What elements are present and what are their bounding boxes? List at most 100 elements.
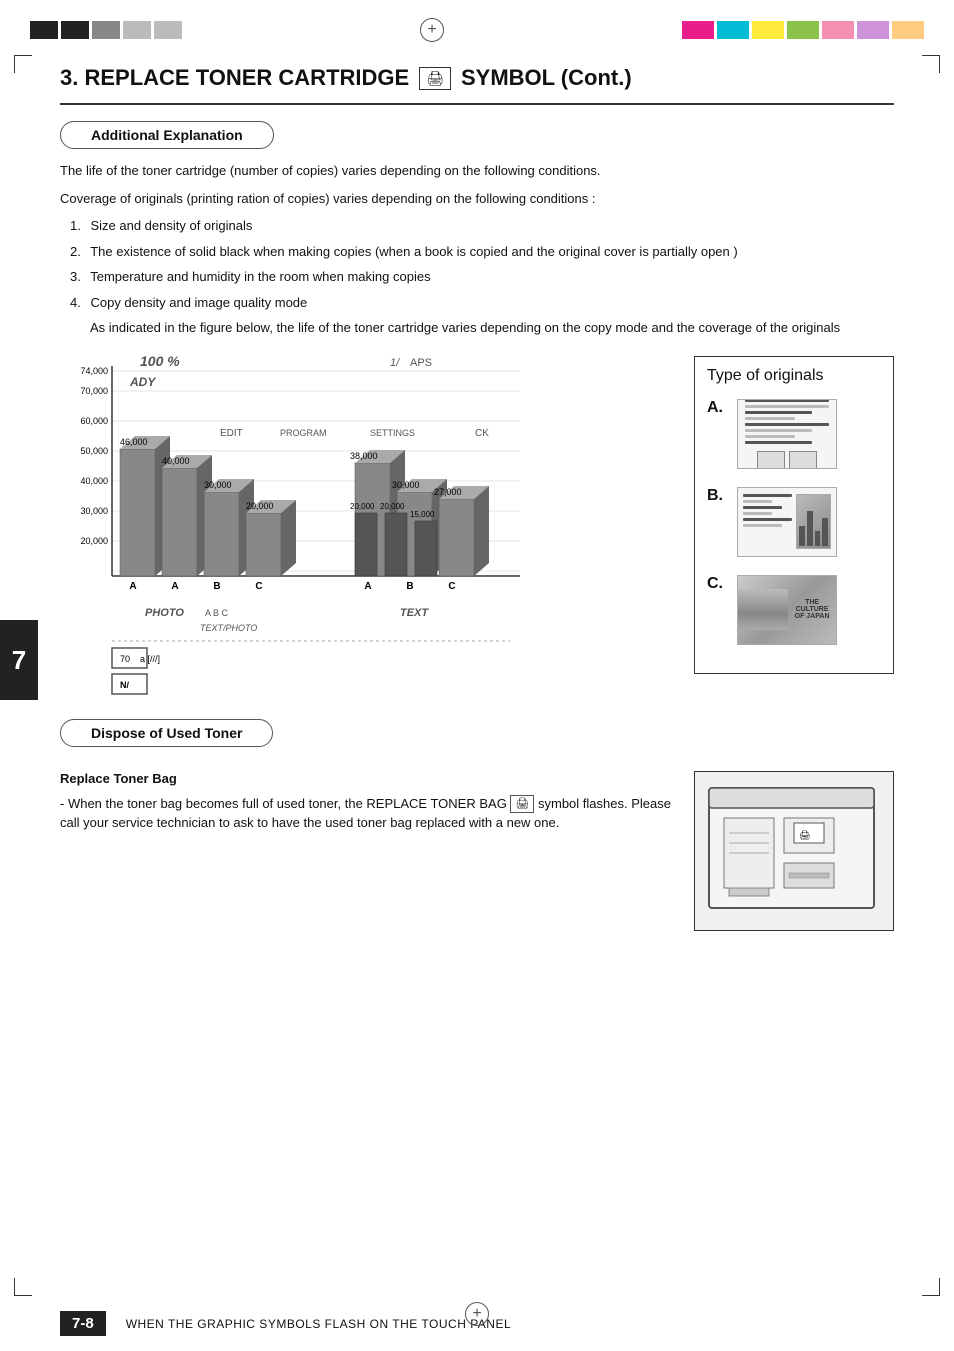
legend-item-c: C. THE CULTURE OF JAPAN bbox=[707, 575, 881, 645]
originals-legend: Type of originals A. bbox=[694, 356, 894, 674]
corner-trim-tl bbox=[14, 55, 32, 73]
swatch-cyan bbox=[717, 21, 749, 39]
color-swatches bbox=[682, 21, 924, 39]
replace-bag-body: - When the toner bag becomes full of use… bbox=[60, 794, 674, 833]
svg-text:PHOTO: PHOTO bbox=[145, 607, 184, 619]
svg-text:50,000: 50,000 bbox=[80, 446, 108, 456]
title-text: 3. REPLACE TONER CARTRIDGE bbox=[60, 65, 409, 91]
swatch-pink bbox=[822, 21, 854, 39]
top-registration-bar bbox=[0, 0, 954, 55]
list-num-4: 4. bbox=[70, 295, 81, 310]
svg-text:30,000: 30,000 bbox=[204, 480, 232, 490]
copier-svg: 🖨 bbox=[699, 773, 889, 928]
list-text-2: The existence of solid black when making… bbox=[90, 244, 737, 259]
swatch-green bbox=[787, 21, 819, 39]
list-item-2: 2. The existence of solid black when mak… bbox=[70, 242, 894, 262]
svg-text:ADY: ADY bbox=[129, 375, 156, 389]
page-number: 7-8 bbox=[60, 1311, 106, 1336]
section2-label: Dispose of Used Toner bbox=[60, 719, 273, 747]
title-suffix: SYMBOL (Cont.) bbox=[461, 65, 632, 91]
footer-text: WHEN THE GRAPHIC SYMBOLS FLASH ON THE TO… bbox=[126, 1317, 511, 1331]
svg-text:C: C bbox=[255, 581, 262, 592]
svg-text:C: C bbox=[448, 581, 455, 592]
list-item-4: 4. Copy density and image quality mode bbox=[70, 293, 894, 313]
additional-explanation-section: Additional Explanation The life of the t… bbox=[60, 121, 894, 338]
corner-trim-tr bbox=[922, 55, 940, 73]
svg-text:APS: APS bbox=[410, 357, 432, 369]
toner-bag-symbol: 🖨 bbox=[510, 795, 534, 814]
main-content: 3. REPLACE TONER CARTRIDGE 🖨 SYMBOL (Con… bbox=[0, 55, 954, 951]
bar-chart-container: 74,000 70,000 60,000 50,000 40,000 30,00… bbox=[60, 356, 674, 699]
svg-text:20,000: 20,000 bbox=[246, 501, 274, 511]
svg-text:A: A bbox=[171, 581, 178, 592]
chapter-tab: 7 bbox=[0, 620, 38, 700]
corner-trim-br bbox=[922, 1278, 940, 1296]
svg-text:30,000: 30,000 bbox=[80, 506, 108, 516]
dispose-section: Dispose of Used Toner Replace Toner Bag … bbox=[60, 719, 894, 931]
page-title: 3. REPLACE TONER CARTRIDGE 🖨 SYMBOL (Con… bbox=[60, 65, 894, 91]
svg-text:20,000: 20,000 bbox=[350, 502, 375, 511]
svg-text:20,000: 20,000 bbox=[380, 502, 405, 511]
list-num-3: 3. bbox=[70, 269, 81, 284]
corner-trim-bl bbox=[14, 1278, 32, 1296]
left-registration-marks bbox=[30, 21, 182, 39]
chart-area: 74,000 70,000 60,000 50,000 40,000 30,00… bbox=[60, 356, 894, 699]
copier-diagram: 🖨 bbox=[694, 771, 894, 931]
legend-img-c: THE CULTURE OF JAPAN bbox=[737, 575, 837, 645]
replace-bag-title: Replace Toner Bag bbox=[60, 771, 674, 786]
legend-img-b bbox=[737, 487, 837, 557]
svg-text:20,000: 20,000 bbox=[80, 536, 108, 546]
list-text-3: Temperature and humidity in the room whe… bbox=[90, 269, 430, 284]
svg-text:46,000: 46,000 bbox=[120, 437, 148, 447]
dispose-content: Replace Toner Bag - When the toner bag b… bbox=[60, 771, 894, 931]
svg-text:🖨: 🖨 bbox=[799, 830, 810, 840]
bar-chart-svg: 74,000 70,000 60,000 50,000 40,000 30,00… bbox=[60, 356, 540, 696]
svg-text:B: B bbox=[406, 581, 413, 592]
svg-text:60,000: 60,000 bbox=[80, 416, 108, 426]
reg-block-2 bbox=[61, 21, 89, 39]
list-item-3: 3. Temperature and humidity in the room … bbox=[70, 267, 894, 287]
swatch-peach bbox=[892, 21, 924, 39]
svg-text:27,000: 27,000 bbox=[434, 487, 462, 497]
svg-text:A B C: A B C bbox=[205, 608, 229, 618]
svg-text:1/: 1/ bbox=[390, 357, 400, 369]
section1-label: Additional Explanation bbox=[60, 121, 274, 149]
photo-thumb: THE CULTURE OF JAPAN bbox=[738, 576, 836, 644]
svg-text:70: 70 bbox=[120, 654, 130, 664]
svg-text:40,000: 40,000 bbox=[80, 476, 108, 486]
bottom-crosshair-symbol bbox=[465, 1302, 489, 1326]
section1-text1: The life of the toner cartridge (number … bbox=[60, 161, 894, 181]
svg-text:A: A bbox=[129, 581, 136, 592]
svg-text:N/: N/ bbox=[120, 680, 129, 690]
list-num-1: 1. bbox=[70, 218, 81, 233]
svg-text:A: A bbox=[364, 581, 371, 592]
svg-text:EDIT: EDIT bbox=[220, 428, 243, 439]
svg-text:100 %: 100 % bbox=[140, 356, 180, 369]
legend-label-c: C. bbox=[707, 575, 727, 593]
svg-text:15,000: 15,000 bbox=[410, 510, 435, 519]
svg-text:a [///]: a [///] bbox=[140, 654, 160, 664]
swatch-yellow bbox=[752, 21, 784, 39]
svg-text:B: B bbox=[213, 581, 220, 592]
legend-item-a: A. bbox=[707, 399, 881, 469]
list-text-1: Size and density of originals bbox=[90, 218, 252, 233]
reg-block-1 bbox=[30, 21, 58, 39]
svg-text:TEXT/PHOTO: TEXT/PHOTO bbox=[200, 623, 257, 633]
svg-text:38,000: 38,000 bbox=[350, 451, 378, 461]
swatch-magenta bbox=[682, 21, 714, 39]
list-item-1: 1. Size and density of originals bbox=[70, 216, 894, 236]
section1-text2: Coverage of originals (printing ration o… bbox=[60, 189, 894, 209]
list-item-4-indent: As indicated in the figure below, the li… bbox=[90, 318, 894, 338]
svg-text:70,000: 70,000 bbox=[80, 386, 108, 396]
swatch-lavender bbox=[857, 21, 889, 39]
legend-item-b: B. bbox=[707, 487, 881, 557]
center-crosshair bbox=[420, 18, 444, 42]
title-divider bbox=[60, 103, 894, 105]
legend-img-a bbox=[737, 399, 837, 469]
legend-label-a: A. bbox=[707, 399, 727, 417]
svg-text:TEXT: TEXT bbox=[400, 607, 429, 619]
chapter-number: 7 bbox=[12, 645, 26, 676]
svg-text:CK: CK bbox=[475, 428, 489, 439]
legend-title: Type of originals bbox=[707, 367, 881, 385]
dispose-text: Replace Toner Bag - When the toner bag b… bbox=[60, 771, 674, 931]
